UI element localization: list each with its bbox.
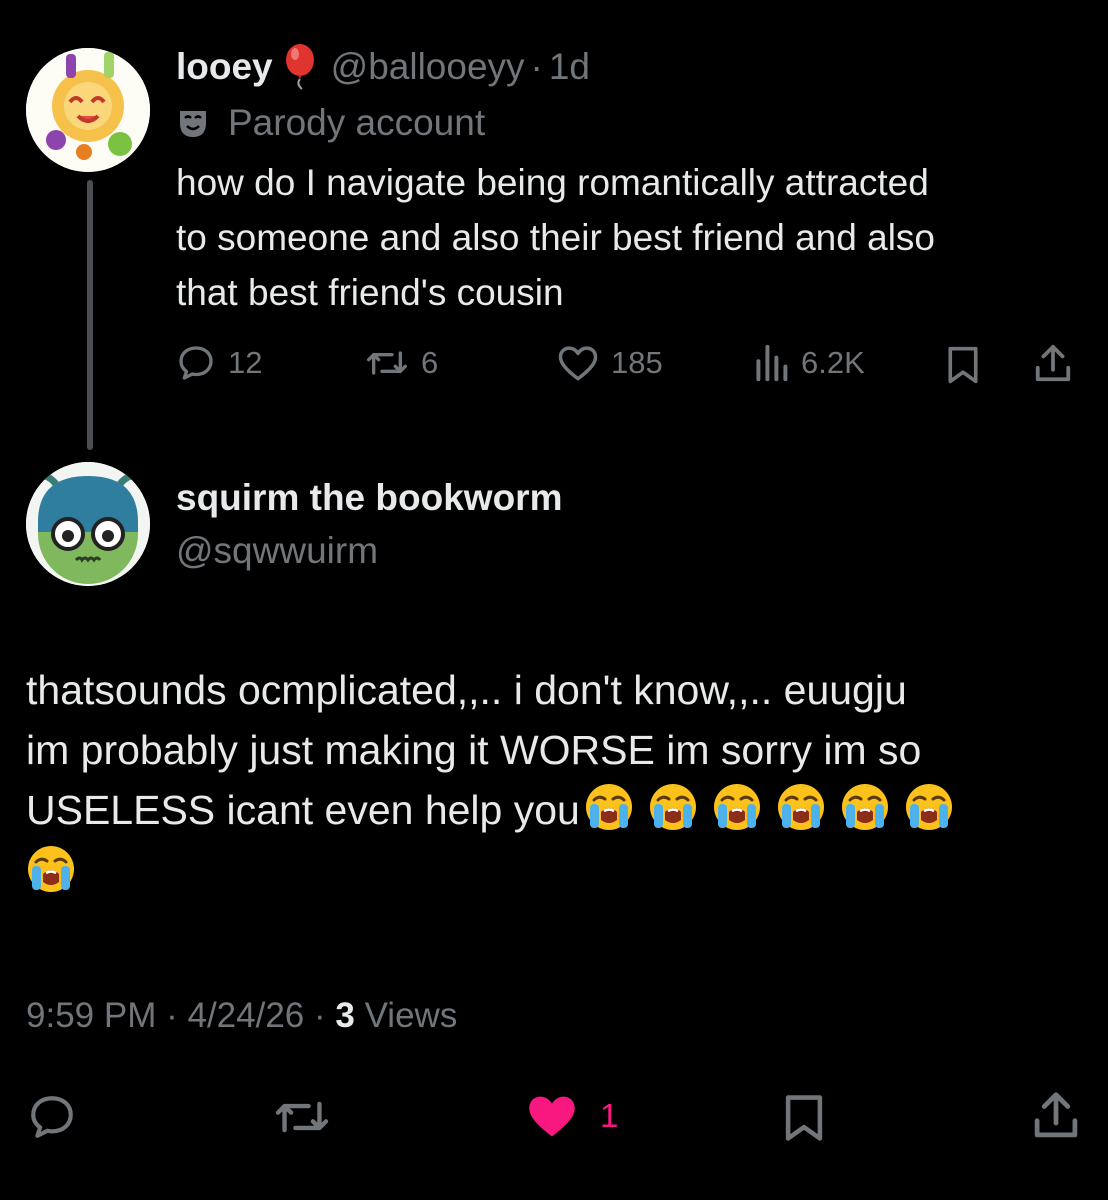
reply-icon: [179, 346, 213, 380]
like-button[interactable]: 185: [557, 343, 663, 383]
repost-count: 6: [421, 345, 439, 380]
share-icon: [1035, 344, 1071, 382]
repost-icon: [366, 351, 407, 375]
views-number: 3: [335, 996, 355, 1035]
text-line: how do I navigate being romantically att…: [176, 162, 929, 203]
reply-action-reply-button[interactable]: [26, 1092, 78, 1147]
separator-dot: ·: [530, 46, 543, 87]
loudly-crying-face-icon: [649, 784, 696, 830]
squirm-avatar-art: [26, 462, 150, 586]
loudly-crying-face-icon: [28, 846, 74, 892]
views-chart-icon: [756, 344, 788, 382]
reply-action-like-button[interactable]: 1: [524, 1091, 618, 1141]
views-label: Views: [364, 996, 458, 1035]
loudly-crying-face-icon: [713, 784, 760, 830]
views-button[interactable]: 6.2K: [753, 343, 865, 383]
reply-handle[interactable]: @sqwwuirm: [176, 530, 378, 572]
text-line: to someone and also their best friend an…: [176, 217, 935, 258]
repost-icon: [275, 1101, 329, 1133]
text-line: USELESS icant even help you: [26, 780, 1096, 840]
parent-tweet-text: how do I navigate being romantically att…: [176, 155, 1076, 320]
reply-time[interactable]: 9:59 PM: [26, 996, 156, 1035]
looey-avatar-art: [26, 48, 150, 172]
reply-timestamp: 9:59 PM · 4/24/26 · 3 Views: [26, 996, 457, 1036]
looey-avatar[interactable]: [26, 48, 150, 172]
separator-dot: ·: [314, 996, 326, 1035]
reply-action-share-button[interactable]: [1030, 1090, 1082, 1147]
heart-icon: [558, 346, 598, 381]
loudly-crying-face-icon: [905, 784, 952, 830]
emoji-row: [26, 842, 1096, 902]
text-line: that best friend's cousin: [176, 272, 564, 313]
thread-connector-line: [87, 180, 93, 450]
heart-filled-icon: [529, 1096, 575, 1137]
parody-mask-icon: [176, 106, 210, 140]
text-line: thatsounds ocmplicated,,.. i don't know,…: [26, 667, 907, 713]
reply-display-name[interactable]: squirm the bookworm: [176, 477, 562, 519]
loudly-crying-face-icon: [841, 784, 888, 830]
loudly-crying-face-icon: [585, 784, 632, 830]
reply-count: 12: [228, 345, 263, 380]
repost-button[interactable]: 6: [365, 343, 438, 383]
bookmark-button[interactable]: [944, 345, 982, 390]
reply-date[interactable]: 4/24/26: [187, 996, 304, 1035]
parody-label-text: Parody account: [228, 102, 486, 143]
reply-like-count: 1: [600, 1097, 619, 1134]
share-button[interactable]: [1032, 343, 1074, 390]
bookmark-icon: [785, 1095, 823, 1141]
loudly-crying-face-icon: [777, 784, 824, 830]
bookmark-icon: [948, 346, 978, 384]
parent-tweet-header: looey @ballooeyy · 1d: [176, 44, 590, 90]
separator-dot: ·: [166, 996, 178, 1035]
reply-action-repost-button[interactable]: [272, 1093, 332, 1146]
text-line: im probably just making it WORSE im sorr…: [26, 727, 922, 773]
reply-button[interactable]: 12: [176, 343, 262, 383]
share-icon: [1034, 1092, 1078, 1138]
text-segment: USELESS icant even help you: [26, 787, 580, 833]
emoji-row: [584, 784, 954, 833]
handle[interactable]: @ballooeyy: [331, 46, 525, 88]
like-count: 185: [611, 345, 663, 380]
reply-action-bookmark-button[interactable]: [780, 1093, 828, 1148]
reply-icon: [31, 1096, 73, 1138]
reply-tweet-text: thatsounds ocmplicated,,.. i don't know,…: [26, 660, 1096, 902]
display-name[interactable]: looey: [176, 46, 273, 88]
views-count: 6.2K: [801, 345, 865, 380]
squirm-avatar[interactable]: [26, 462, 150, 586]
tweet-age[interactable]: 1d: [549, 46, 590, 88]
parody-label: Parody account: [176, 102, 485, 144]
balloon-icon: [283, 44, 317, 90]
